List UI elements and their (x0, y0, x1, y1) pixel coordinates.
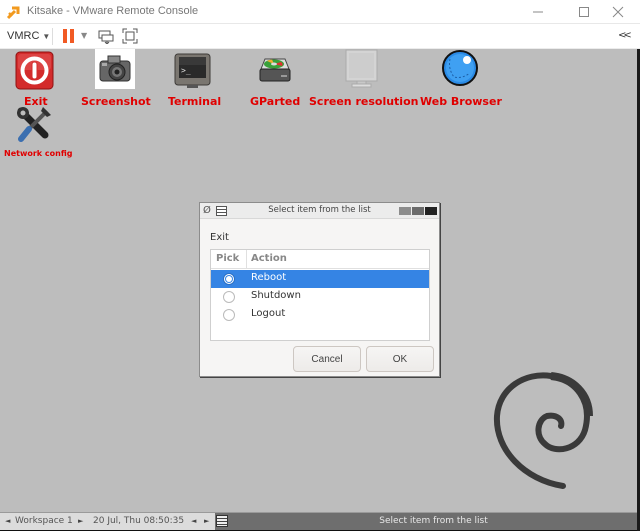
cancel-button[interactable]: Cancel (293, 346, 361, 372)
power-options-dropdown[interactable]: ▼ (81, 31, 87, 40)
dialog-titlebar[interactable]: Ø Select item from the list (200, 203, 439, 219)
window-list-icon[interactable] (216, 515, 228, 527)
vm-display[interactable]: Exit Screenshot >_ Terminal GParted Scre… (0, 49, 637, 531)
workspace-name[interactable]: Workspace 1 (15, 516, 73, 526)
action-list: Pick Action Reboot Shutdown Logout (210, 249, 430, 341)
desktop-icon-screenshot[interactable] (95, 49, 135, 89)
desktop-icon-web-browser[interactable] (440, 49, 480, 89)
svg-text:>_: >_ (181, 66, 191, 75)
vmrc-menu-button[interactable]: VMRC ▼ (7, 30, 50, 42)
taskbar-active-task[interactable]: Select item from the list (230, 516, 637, 526)
desktop-icon-label: Screen resolution (309, 95, 419, 108)
vmrc-label: VMRC (7, 30, 40, 42)
vmware-app-icon (6, 6, 20, 20)
workspace-clock-area: ◄ Workspace 1 ► 20 Jul, Thu 08:50:35 ◄ ► (0, 513, 215, 530)
maximize-icon (579, 7, 589, 17)
vmrc-toolbar: VMRC ▼ ▼ << (0, 24, 640, 49)
prev-task-icon[interactable]: ◄ (191, 517, 196, 525)
collapse-toolbar-icon[interactable]: << (618, 30, 632, 41)
radio-button-selected[interactable] (223, 273, 235, 285)
column-divider (246, 250, 247, 269)
debian-logo-icon (493, 372, 593, 489)
monitor-icon (345, 49, 378, 88)
window-title: Kitsake - VMware Remote Console (27, 5, 199, 17)
minimize-button[interactable] (515, 0, 561, 24)
row-action-label: Reboot (251, 272, 287, 283)
iconify-button[interactable] (399, 207, 411, 215)
desktop-icon-terminal[interactable]: >_ (173, 51, 213, 91)
desktop-icon-label: Network config (4, 149, 73, 158)
chevron-down-icon: ▼ (42, 32, 51, 41)
tools-icon (17, 107, 51, 142)
row-action-label: Shutdown (251, 290, 301, 301)
camera-icon (95, 49, 135, 89)
next-task-icon[interactable]: ► (204, 517, 209, 525)
desktop-icon-label: Screenshot (81, 95, 151, 108)
desktop-icon-label: GParted (250, 95, 301, 108)
terminal-icon: >_ (174, 53, 211, 88)
desktop-icon-exit[interactable] (15, 51, 55, 91)
ok-button[interactable]: OK (366, 346, 434, 372)
desktop-icon-label: Terminal (168, 95, 222, 108)
desktop-icon-network-config[interactable] (15, 105, 55, 145)
pause-icon (63, 29, 67, 43)
pause-icon-bar (70, 29, 74, 43)
desktop-icon-label: Web Browser (420, 95, 502, 108)
row-action-label: Logout (251, 308, 286, 319)
dialog-prompt: Exit (210, 232, 229, 243)
close-icon (612, 6, 624, 18)
power-icon (15, 51, 54, 90)
close-button[interactable] (595, 0, 640, 24)
radio-button[interactable] (223, 291, 235, 303)
select-item-dialog: Ø Select item from the list Exit Pick Ac… (199, 202, 440, 377)
send-keys-icon[interactable] (98, 28, 114, 44)
disk-icon (259, 58, 291, 82)
maximize-dialog-button[interactable] (412, 207, 424, 215)
fullscreen-icon[interactable] (122, 28, 138, 44)
clock: 20 Jul, Thu 08:50:35 (93, 516, 185, 526)
list-row-shutdown[interactable]: Shutdown (211, 288, 429, 306)
toolbar-divider (52, 28, 53, 45)
close-dialog-button[interactable] (425, 207, 437, 215)
next-workspace-icon[interactable]: ► (78, 517, 83, 525)
column-header-pick[interactable]: Pick (216, 253, 239, 264)
window-titlebar: Kitsake - VMware Remote Console (0, 0, 640, 24)
prev-workspace-icon[interactable]: ◄ (5, 517, 10, 525)
column-header-action[interactable]: Action (251, 253, 287, 264)
minimize-icon (533, 11, 543, 13)
desktop-icon-gparted[interactable] (255, 51, 295, 91)
pause-button[interactable] (63, 29, 75, 43)
globe-icon (442, 50, 478, 86)
list-row-logout[interactable]: Logout (211, 306, 429, 324)
list-row-reboot[interactable]: Reboot (211, 270, 429, 288)
desktop-icon-screen-resolution[interactable] (342, 49, 382, 89)
taskbar: ◄ Workspace 1 ► 20 Jul, Thu 08:50:35 ◄ ►… (0, 512, 637, 531)
list-header: Pick Action (211, 250, 429, 269)
radio-button[interactable] (223, 309, 235, 321)
